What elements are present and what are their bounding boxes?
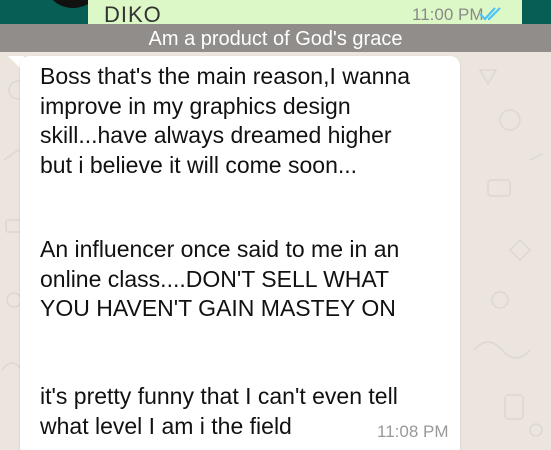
message-paragraph-2: An influencer once said to me in an onli… (40, 236, 400, 321)
previous-message-sender: DIKO (104, 2, 162, 25)
message-paragraph-1: Boss that's the main reason,I wanna impr… (40, 63, 411, 178)
double-check-icon (479, 7, 501, 21)
chat-header-strip: DIKO 11:00 PM (0, 0, 551, 24)
status-caption: Am a product of God's grace (148, 28, 403, 50)
message-paragraph-3: it's pretty funny that I can't even tell… (40, 383, 398, 439)
chat-screen: DIKO 11:00 PM Am a product of God's grac… (0, 0, 551, 450)
previous-message-time: 11:00 PM (412, 5, 484, 24)
message-timestamp: 11:08 PM (377, 422, 449, 441)
